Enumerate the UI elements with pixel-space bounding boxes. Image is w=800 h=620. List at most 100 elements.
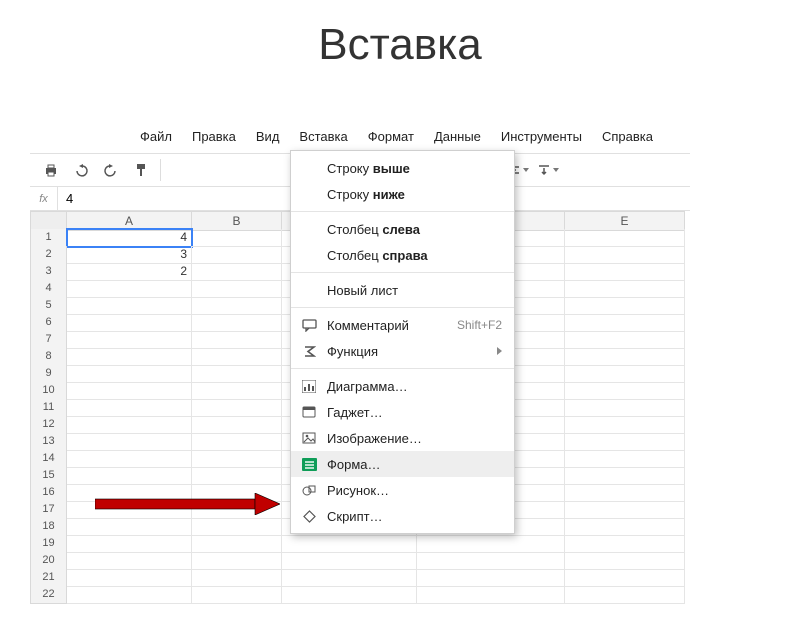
row-header-10[interactable]: 10 (30, 382, 67, 400)
row-header-4[interactable]: 4 (30, 280, 67, 298)
cell[interactable] (282, 569, 417, 587)
row-header-5[interactable]: 5 (30, 297, 67, 315)
menu-правка[interactable]: Правка (182, 125, 246, 148)
row-header-8[interactable]: 8 (30, 348, 67, 366)
menu-данные[interactable]: Данные (424, 125, 491, 148)
cell[interactable] (565, 433, 685, 451)
cell[interactable] (67, 450, 192, 468)
row-header-9[interactable]: 9 (30, 365, 67, 383)
cell[interactable] (565, 331, 685, 349)
menu-item-строкувыше[interactable]: Строку выше (291, 155, 514, 181)
cell[interactable] (192, 331, 282, 349)
row-header-17[interactable]: 17 (30, 501, 67, 519)
cell[interactable] (565, 229, 685, 247)
row-header-3[interactable]: 3 (30, 263, 67, 281)
cell[interactable] (192, 348, 282, 366)
cell[interactable] (565, 314, 685, 332)
menu-item-изображение[interactable]: Изображение… (291, 425, 514, 451)
cell[interactable] (67, 280, 192, 298)
menu-item-столбецсправа[interactable]: Столбец справа (291, 242, 514, 268)
col-header-B[interactable]: B (192, 211, 282, 231)
cell[interactable] (565, 399, 685, 417)
cell[interactable] (67, 416, 192, 434)
undo-icon[interactable] (67, 156, 95, 184)
valign-icon[interactable] (534, 156, 562, 184)
row-header-1[interactable]: 1 (30, 229, 67, 247)
cell[interactable] (282, 586, 417, 604)
row-header-21[interactable]: 21 (30, 569, 67, 587)
cell[interactable] (192, 569, 282, 587)
cell[interactable] (565, 365, 685, 383)
cell[interactable] (192, 263, 282, 281)
row-header-12[interactable]: 12 (30, 416, 67, 434)
menu-формат[interactable]: Формат (358, 125, 424, 148)
row-header-7[interactable]: 7 (30, 331, 67, 349)
print-icon[interactable] (37, 156, 65, 184)
cell[interactable] (565, 297, 685, 315)
cell[interactable] (192, 433, 282, 451)
corner-cell[interactable] (30, 211, 67, 231)
menu-вид[interactable]: Вид (246, 125, 290, 148)
cell[interactable] (67, 535, 192, 553)
menu-вставка[interactable]: Вставка (289, 125, 357, 148)
cell[interactable] (417, 535, 565, 553)
row-header-6[interactable]: 6 (30, 314, 67, 332)
row-header-18[interactable]: 18 (30, 518, 67, 536)
cell[interactable] (192, 552, 282, 570)
menu-item-диаграмма[interactable]: Диаграмма… (291, 373, 514, 399)
row-header-11[interactable]: 11 (30, 399, 67, 417)
cell[interactable] (565, 518, 685, 536)
cell[interactable] (192, 399, 282, 417)
cell[interactable] (192, 297, 282, 315)
cell[interactable] (67, 552, 192, 570)
cell[interactable] (565, 535, 685, 553)
cell[interactable] (67, 586, 192, 604)
cell[interactable] (192, 450, 282, 468)
cell[interactable] (192, 382, 282, 400)
row-header-13[interactable]: 13 (30, 433, 67, 451)
menu-item-столбецслева[interactable]: Столбец слева (291, 216, 514, 242)
cell[interactable] (67, 569, 192, 587)
menu-справка[interactable]: Справка (592, 125, 663, 148)
cell[interactable] (192, 314, 282, 332)
cell[interactable] (417, 586, 565, 604)
cell[interactable] (565, 348, 685, 366)
menu-item-новыйлист[interactable]: Новый лист (291, 277, 514, 303)
paint-format-icon[interactable] (127, 156, 155, 184)
cell[interactable]: 3 (67, 246, 192, 264)
cell[interactable] (67, 348, 192, 366)
redo-icon[interactable] (97, 156, 125, 184)
row-header-19[interactable]: 19 (30, 535, 67, 553)
cell[interactable] (565, 484, 685, 502)
cell[interactable] (565, 246, 685, 264)
cell[interactable] (565, 280, 685, 298)
cell[interactable] (192, 365, 282, 383)
cell[interactable] (67, 365, 192, 383)
cell[interactable] (67, 331, 192, 349)
cell[interactable] (192, 535, 282, 553)
cell[interactable] (67, 314, 192, 332)
cell[interactable] (565, 416, 685, 434)
cell[interactable] (192, 467, 282, 485)
cell[interactable] (67, 467, 192, 485)
col-header-A[interactable]: A (67, 211, 192, 231)
menu-инструменты[interactable]: Инструменты (491, 125, 592, 148)
cell[interactable] (282, 535, 417, 553)
cell[interactable] (565, 569, 685, 587)
menu-item-строкуниже[interactable]: Строку ниже (291, 181, 514, 207)
cell[interactable] (192, 416, 282, 434)
cell[interactable] (565, 552, 685, 570)
cell[interactable] (67, 399, 192, 417)
cell[interactable] (67, 518, 192, 536)
menu-item-скрипт[interactable]: Скрипт… (291, 503, 514, 529)
menu-файл[interactable]: Файл (130, 125, 182, 148)
cell[interactable] (67, 433, 192, 451)
menu-item-гаджет[interactable]: Гаджет… (291, 399, 514, 425)
cell[interactable] (565, 382, 685, 400)
cell[interactable] (417, 569, 565, 587)
cell[interactable] (565, 450, 685, 468)
cell[interactable] (192, 229, 282, 247)
row-header-14[interactable]: 14 (30, 450, 67, 468)
row-header-20[interactable]: 20 (30, 552, 67, 570)
cell[interactable] (565, 501, 685, 519)
